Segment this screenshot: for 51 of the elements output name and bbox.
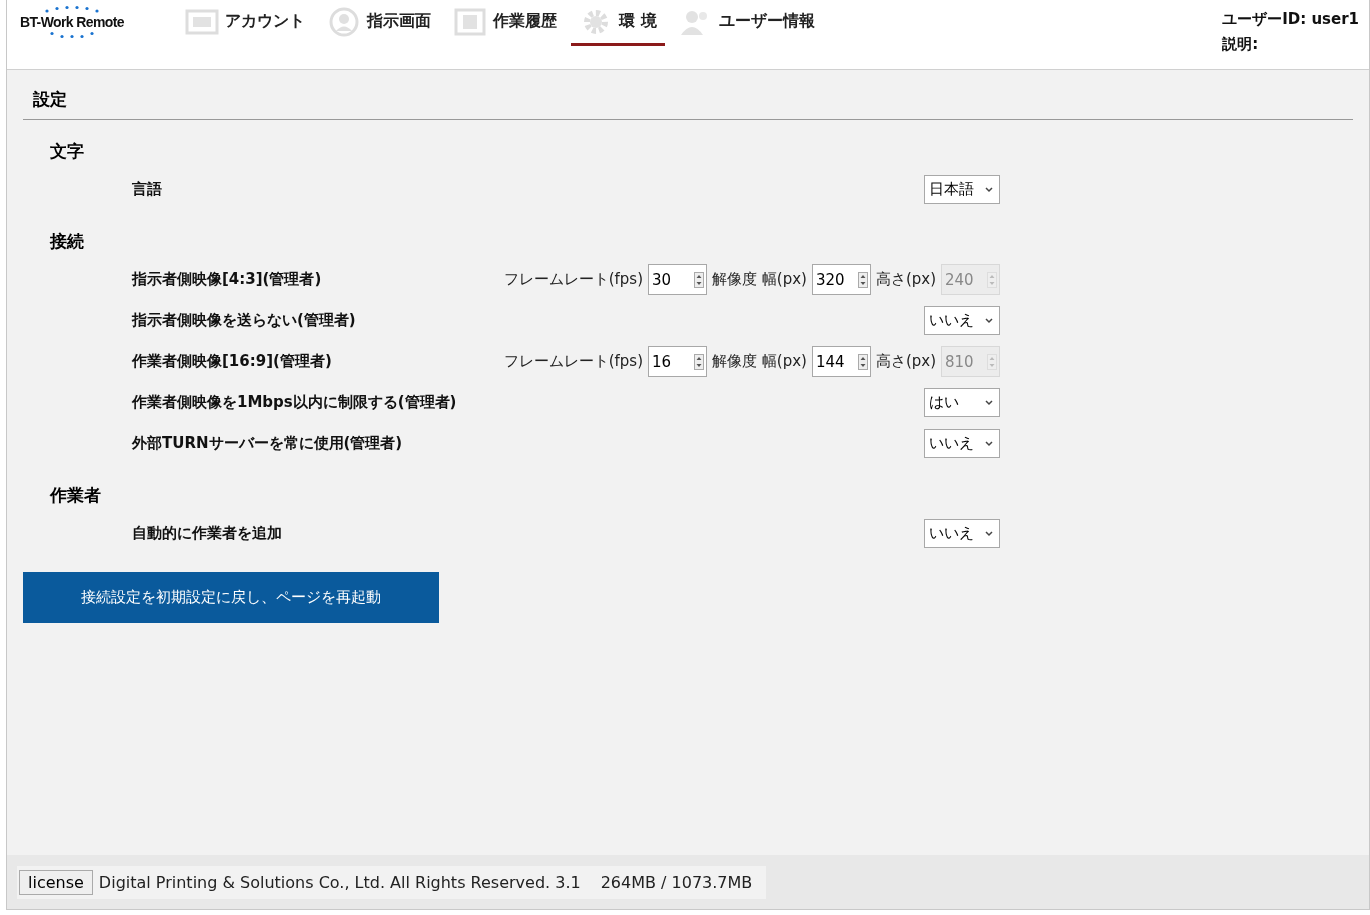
- setting-label: 言語: [132, 180, 162, 199]
- number-field[interactable]: 320: [811, 264, 871, 295]
- number-field[interactable]: 30: [648, 264, 707, 295]
- setting-label: 作業者側映像を1Mbps以内に制限する(管理者): [132, 393, 457, 412]
- spinner-icon: [857, 353, 868, 370]
- copyright-text: Digital Printing & Solutions Co., Ltd. All Rights Reserved. 3.1: [98, 872, 581, 892]
- spinner-icon: [857, 271, 868, 288]
- page-title: 設定: [23, 88, 1353, 120]
- spinner-icon: [987, 271, 997, 288]
- spinner-icon: [694, 271, 704, 288]
- setting-label: 指示者側映像を送らない(管理者): [132, 311, 356, 330]
- film-strip-icon: [453, 6, 487, 37]
- caret-icon: [985, 530, 993, 537]
- nav-tab[interactable]: ユーザー情報: [670, 0, 823, 46]
- memory-usage-text: 264MB / 1073.7MB: [600, 872, 753, 892]
- caret-icon: [985, 317, 993, 324]
- field-label: フレームレート(fps): [503, 270, 643, 289]
- nav-tab[interactable]: アカウント: [177, 0, 313, 46]
- section-heading: 作業者: [48, 484, 102, 507]
- caret-icon: [985, 399, 993, 406]
- field-label: 解像度 幅(px): [712, 352, 807, 371]
- number-field[interactable]: 144: [811, 346, 871, 377]
- dropdown[interactable]: いいえ: [924, 519, 1000, 548]
- reset-button[interactable]: 接続設定を初期設定に戻し、ページを再起動: [23, 572, 439, 623]
- section-heading: 文字: [49, 140, 85, 163]
- license-button[interactable]: license: [19, 869, 93, 895]
- setting-label: 自動的に作業者を追加: [132, 524, 282, 543]
- setting-label: 作業者側映像[16:9](管理者): [132, 352, 332, 371]
- section-heading: 接続: [48, 230, 85, 253]
- nav-tab[interactable]: 作業履歴: [445, 0, 565, 46]
- dropdown[interactable]: 日本語: [924, 175, 1000, 204]
- field-label: フレームレート(fps): [503, 352, 643, 371]
- field-label: 解像度 幅(px): [712, 270, 807, 289]
- spinner-icon: [694, 353, 704, 370]
- dropdown[interactable]: はい: [924, 388, 1000, 417]
- description-label: 説明:: [1222, 35, 1260, 54]
- caret-icon: [985, 440, 993, 447]
- logo-text: BT-Work Remote: [19, 14, 125, 30]
- field-label: 高さ(px): [875, 270, 936, 289]
- number-field[interactable]: 16: [648, 346, 707, 377]
- dropdown[interactable]: いいえ: [924, 429, 1000, 458]
- spinner-icon: [987, 353, 997, 370]
- nav-tab[interactable]: 指示画面: [319, 0, 439, 46]
- dropdown[interactable]: いいえ: [924, 306, 1000, 335]
- person-circle-icon: [327, 6, 361, 37]
- setting-label: 外部TURNサーバーを常に使用(管理者): [132, 434, 403, 453]
- caret-icon: [985, 186, 993, 193]
- nav-tab[interactable]: 環 境: [571, 0, 665, 46]
- setting-label: 指示者側映像[4:3](管理者): [132, 270, 322, 289]
- field-label: 高さ(px): [875, 352, 936, 371]
- user-id-text: ユーザーID: user1: [1222, 10, 1359, 29]
